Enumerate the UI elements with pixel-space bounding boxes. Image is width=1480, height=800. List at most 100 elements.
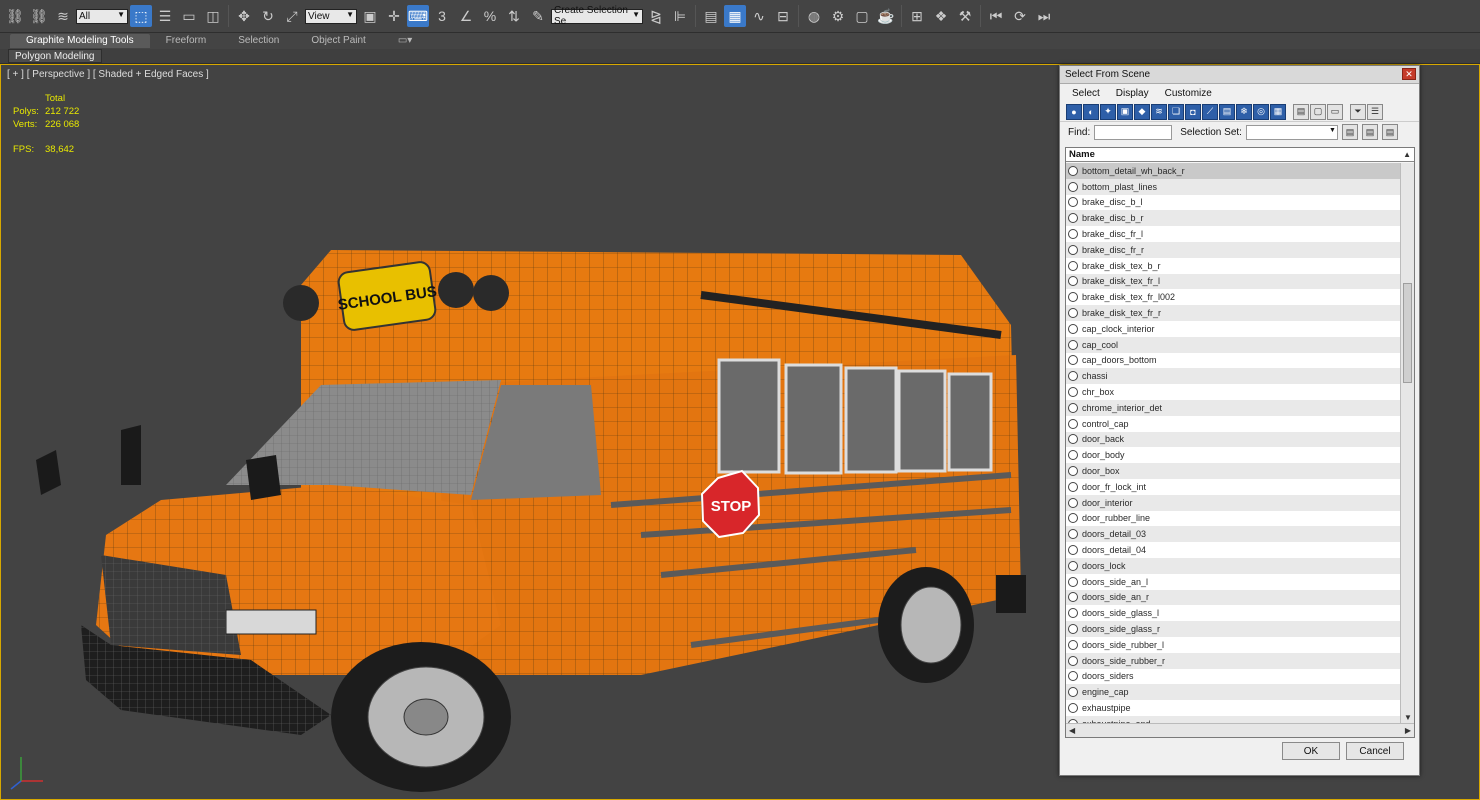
scroll-left-icon[interactable]: ◀ <box>1069 726 1075 735</box>
polygon-modeling-panel[interactable]: Polygon Modeling <box>8 49 102 63</box>
vertical-scrollbar[interactable]: ▼ <box>1400 163 1414 724</box>
layer-manager-icon[interactable]: ▤ <box>700 5 722 27</box>
list-item[interactable]: doors_side_glass_l <box>1066 605 1400 622</box>
list-item[interactable]: brake_disk_tex_fr_r <box>1066 305 1400 321</box>
list-item[interactable]: brake_disk_tex_fr_l002 <box>1066 289 1400 306</box>
move-icon[interactable]: ✥ <box>233 5 255 27</box>
display-xrefs-icon[interactable]: ◘ <box>1185 103 1201 120</box>
list-item[interactable]: doors_lock <box>1066 557 1400 574</box>
object-list[interactable]: Name ▲ bottom_detail_wh_back_r bottom_pla… <box>1065 147 1415 738</box>
reference-coord-dropdown[interactable]: View ▼ <box>305 8 357 24</box>
list-item[interactable]: door_body <box>1066 447 1400 464</box>
list-item[interactable]: door_interior <box>1066 494 1400 511</box>
list-item[interactable]: cap_doors_bottom <box>1066 352 1400 369</box>
objects-icon[interactable]: ❖ <box>930 5 952 27</box>
window-crossing-icon[interactable]: ◫ <box>202 5 224 27</box>
list-item[interactable]: cap_cool <box>1066 336 1400 353</box>
scroll-down-icon[interactable]: ▼ <box>1404 713 1412 722</box>
anim-play-icon[interactable]: ⟳ <box>1009 5 1031 27</box>
list-item[interactable]: brake_disc_b_l <box>1066 194 1400 211</box>
list-item[interactable]: bottom_plast_lines <box>1066 178 1400 195</box>
angle-snap-icon[interactable]: ∠ <box>455 5 477 27</box>
horizontal-scrollbar[interactable]: ◀ ▶ <box>1066 723 1414 737</box>
find-input[interactable] <box>1094 124 1173 140</box>
graphite-toggle-icon[interactable]: ▦ <box>724 5 746 27</box>
display-hidden-icon[interactable]: ◎ <box>1253 103 1269 120</box>
cancel-button[interactable]: Cancel <box>1346 742 1404 760</box>
selection-set-dropdown[interactable]: ▼ <box>1245 124 1338 140</box>
filter-options-icon[interactable]: ☰ <box>1367 103 1383 120</box>
list-item[interactable]: doors_detail_04 <box>1066 542 1400 558</box>
select-manipulate-icon[interactable]: ✛ <box>383 5 405 27</box>
display-spacewarps-icon[interactable]: ≋ <box>1151 103 1167 120</box>
rotate-icon[interactable]: ↻ <box>257 5 279 27</box>
display-helpers-icon[interactable]: ◆ <box>1134 103 1150 120</box>
tools-icon[interactable]: ⚒ <box>954 5 976 27</box>
list-item[interactable]: doors_detail_03 <box>1066 526 1400 543</box>
list-item[interactable]: doors_side_rubber_r <box>1066 652 1400 669</box>
select-invert-icon[interactable]: ▤ <box>1381 124 1398 140</box>
menu-customize[interactable]: Customize <box>1157 88 1220 99</box>
list-item[interactable]: chassi <box>1066 368 1400 385</box>
anim-prev-icon[interactable]: ⏮ <box>985 5 1007 27</box>
pivot-center-icon[interactable]: ▣ <box>359 5 381 27</box>
dialog-title-bar[interactable]: Select From Scene ✕ <box>1060 66 1419 84</box>
curve-editor-icon[interactable]: ∿ <box>748 5 770 27</box>
list-item[interactable]: brake_disk_tex_fr_l <box>1066 273 1400 290</box>
selection-filter-dropdown[interactable]: All ▼ <box>76 8 128 24</box>
display-invert-icon[interactable]: ▢ <box>1310 103 1326 120</box>
list-item[interactable]: doors_side_rubber_l <box>1066 636 1400 653</box>
filter-icon[interactable]: ⏷ <box>1350 103 1366 120</box>
unlink-icon[interactable]: ⛓ <box>28 5 50 27</box>
name-column-header[interactable]: Name ▲ <box>1066 148 1414 162</box>
align-icon[interactable]: ⊫ <box>669 5 691 27</box>
list-item[interactable]: chrome_interior_det <box>1066 399 1400 416</box>
select-by-name-icon[interactable]: ☰ <box>154 5 176 27</box>
tab-graphite-modeling[interactable]: Graphite Modeling Tools <box>10 34 150 48</box>
edit-named-sets-icon[interactable]: ✎ <box>527 5 549 27</box>
list-item[interactable]: doors_side_an_l <box>1066 573 1400 590</box>
menu-select[interactable]: Select <box>1064 88 1108 99</box>
ribbon-options-icon[interactable]: ▭▾ <box>382 34 428 48</box>
list-item[interactable]: brake_disc_b_r <box>1066 210 1400 227</box>
display-bones-icon[interactable]: ⟋ <box>1202 103 1218 120</box>
mirror-icon[interactable]: ⧎ <box>645 5 667 27</box>
display-none-icon[interactable]: ▤ <box>1293 103 1309 120</box>
anim-next-icon[interactable]: ⏭ <box>1033 5 1055 27</box>
tab-object-paint[interactable]: Object Paint <box>295 34 381 48</box>
list-item[interactable]: control_cap <box>1066 415 1400 432</box>
viewport-layout-icon[interactable]: ⊞ <box>906 5 928 27</box>
list-item[interactable]: doors_side_glass_r <box>1066 621 1400 637</box>
named-selection-set-dropdown[interactable]: Create Selection Se ▼ <box>551 5 643 27</box>
rendered-frame-icon[interactable]: ▢ <box>851 5 873 27</box>
list-item[interactable]: exhaustpipe <box>1066 700 1400 716</box>
list-item[interactable]: bottom_detail_wh_back_r <box>1066 163 1400 179</box>
list-item[interactable]: doors_side_an_r <box>1066 589 1400 606</box>
viewport-label[interactable]: [ + ] [ Perspective ] [ Shaded + Edged F… <box>7 69 209 80</box>
display-groups-icon[interactable]: ❏ <box>1168 103 1184 120</box>
schematic-view-icon[interactable]: ⊟ <box>772 5 794 27</box>
display-children-icon[interactable]: ▭ <box>1327 103 1343 120</box>
scrollbar-thumb[interactable] <box>1403 283 1412 383</box>
scroll-up-icon[interactable]: ▲ <box>1403 148 1411 161</box>
select-all-icon[interactable]: ▤ <box>1341 124 1358 140</box>
display-lights-icon[interactable]: ✦ <box>1100 103 1116 120</box>
school-bus-model[interactable]: SCHOOL BUS STOP <box>1 155 1061 795</box>
list-item[interactable]: door_rubber_line <box>1066 510 1400 527</box>
list-item[interactable]: exhaustpipe_end <box>1066 715 1400 723</box>
rect-region-icon[interactable]: ▭ <box>178 5 200 27</box>
display-all-icon[interactable]: ▦ <box>1270 103 1286 120</box>
list-item[interactable]: chr_box <box>1066 384 1400 400</box>
scale-icon[interactable]: ⤢ <box>281 5 303 27</box>
bind-spacewarp-icon[interactable]: ≋ <box>52 5 74 27</box>
list-item[interactable]: door_box <box>1066 463 1400 479</box>
scroll-right-icon[interactable]: ▶ <box>1405 726 1411 735</box>
ok-button[interactable]: OK <box>1282 742 1340 760</box>
render-production-icon[interactable]: ☕ <box>875 5 897 27</box>
display-frozen-icon[interactable]: ❄ <box>1236 103 1252 120</box>
link-icon[interactable]: ⛓ <box>4 5 26 27</box>
tab-freeform[interactable]: Freeform <box>150 34 223 48</box>
list-item[interactable]: doors_siders <box>1066 668 1400 685</box>
display-cameras-icon[interactable]: ▣ <box>1117 103 1133 120</box>
menu-display[interactable]: Display <box>1108 88 1157 99</box>
